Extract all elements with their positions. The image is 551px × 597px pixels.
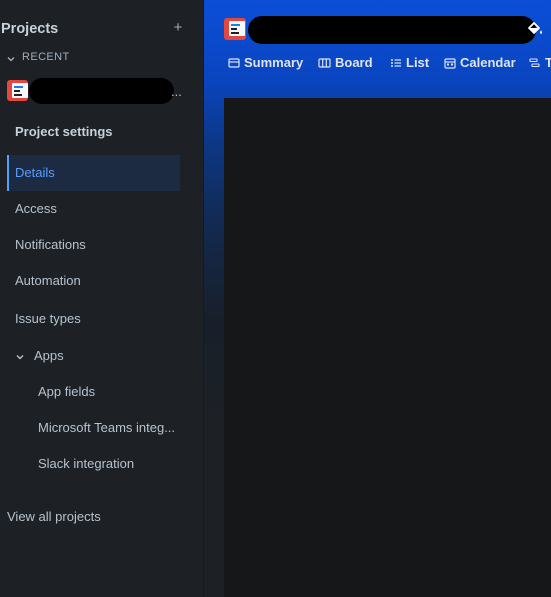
- project-name-ellipsis: ...: [171, 84, 182, 99]
- sidebar-header: Projects +: [0, 18, 190, 40]
- main-area: Summary Board List Calendar T: [204, 0, 551, 597]
- tab-label: T: [545, 55, 551, 70]
- tab-label: Summary: [244, 55, 304, 70]
- project-header: [224, 16, 551, 46]
- project-tabs: Summary Board List Calendar T: [204, 52, 551, 76]
- nav-item-apps[interactable]: Apps: [7, 338, 180, 374]
- paint-bucket-icon[interactable]: [526, 20, 544, 38]
- recent-label: RECENT: [22, 51, 70, 63]
- nav-item-label: App fields: [38, 384, 96, 399]
- content-pane: [224, 98, 551, 597]
- project-settings-heading: Project settings: [15, 124, 113, 139]
- nav-item-label: Slack integration: [38, 456, 135, 471]
- project-icon: [224, 18, 246, 40]
- nav-item-access[interactable]: Access: [7, 191, 180, 227]
- nav-item-label: Apps: [34, 348, 64, 363]
- tab-label: List: [406, 55, 430, 70]
- timeline-icon: [529, 58, 540, 68]
- chevron-down-icon: [16, 354, 24, 360]
- nav-item-issue-types[interactable]: Issue types: [7, 301, 180, 337]
- project-icon: [7, 80, 28, 101]
- nav-item-label: Issue types: [15, 311, 81, 326]
- redacted-project-name: [29, 78, 174, 104]
- redacted-project-title: [248, 16, 536, 44]
- nav-item-details[interactable]: Details: [7, 155, 180, 191]
- nav-item-notifications[interactable]: Notifications: [7, 227, 180, 263]
- tab-timeline[interactable]: T: [529, 52, 551, 74]
- chevron-down-icon: [7, 56, 15, 62]
- nav-item-slack-integration[interactable]: Slack integration: [7, 446, 180, 482]
- recent-project-item[interactable]: ...: [7, 78, 182, 104]
- nav-item-label: Details: [15, 165, 55, 180]
- tab-board[interactable]: Board: [318, 52, 373, 74]
- recent-section-toggle[interactable]: RECENT: [6, 50, 69, 66]
- sidebar: Projects + RECENT ... Project settings D…: [0, 0, 204, 597]
- nav-item-automation[interactable]: Automation: [7, 263, 180, 299]
- nav-item-label: Access: [15, 201, 57, 216]
- calendar-icon: [444, 58, 456, 69]
- tab-calendar[interactable]: Calendar: [444, 52, 516, 74]
- tab-list[interactable]: List: [390, 52, 429, 74]
- nav-item-app-fields[interactable]: App fields: [7, 374, 180, 410]
- sidebar-title: Projects: [1, 21, 59, 37]
- summary-icon: [228, 58, 240, 68]
- add-project-button[interactable]: +: [170, 18, 186, 38]
- tab-label: Board: [335, 55, 373, 70]
- board-icon: [318, 58, 331, 68]
- tab-summary[interactable]: Summary: [228, 52, 303, 74]
- nav-item-label: Automation: [15, 273, 81, 288]
- nav-item-label: Notifications: [15, 237, 86, 252]
- tab-label: Calendar: [460, 55, 516, 70]
- nav-item-label: Microsoft Teams integ...: [38, 420, 176, 435]
- nav-item-microsoft-teams[interactable]: Microsoft Teams integ...: [7, 410, 180, 446]
- list-icon: [391, 59, 401, 67]
- view-all-projects-link[interactable]: View all projects: [7, 509, 101, 524]
